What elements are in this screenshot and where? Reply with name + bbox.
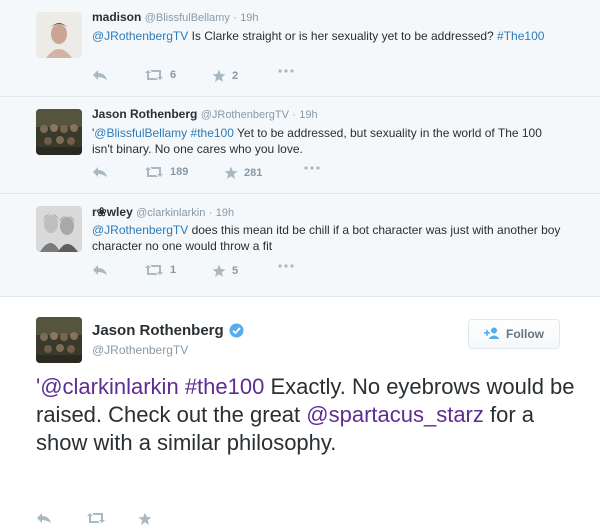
reply-icon [36, 512, 52, 524]
display-name[interactable]: r❀wley [92, 205, 133, 219]
timestamp[interactable]: 19h [216, 207, 234, 219]
hashtag-link[interactable]: #the100 [185, 374, 265, 399]
user-handle[interactable]: @JRothenbergTV [201, 109, 289, 121]
reply-button[interactable] [92, 166, 108, 178]
timestamp[interactable]: 19h [299, 109, 317, 121]
star-icon [212, 69, 226, 83]
retweet-count: 6 [170, 69, 177, 81]
favorite-count: 5 [232, 265, 239, 277]
avatar[interactable] [36, 317, 82, 363]
tweet-header: r❀wley @clarkinlarkin · 19h [92, 205, 234, 219]
retweet-button[interactable]: 1 [144, 264, 176, 276]
tweet-text: '@BlissfulBellamy #the100 Yet to be addr… [92, 125, 562, 157]
retweet-icon [144, 166, 164, 178]
avatar[interactable] [36, 206, 82, 252]
text-segment: Is Clarke straight or is her sexuality y… [188, 29, 498, 43]
display-name-text: Jason Rothenberg [92, 322, 224, 339]
tweet-madison[interactable]: madison @BlissfulBellamy · 19h @JRothenb… [0, 0, 600, 96]
user-handle[interactable]: @clarkinlarkin [136, 207, 205, 219]
more-button[interactable] [304, 166, 320, 170]
more-icon [278, 69, 294, 73]
tweet-text: @JRothenbergTV does this mean itd be chi… [92, 222, 562, 254]
retweet-button[interactable]: 189 [144, 166, 188, 178]
favorite-button[interactable]: 281 [224, 166, 262, 180]
tweet-actions [36, 512, 236, 530]
reply-button[interactable] [92, 69, 108, 81]
tweet-header: madison @BlissfulBellamy · 19h [92, 10, 259, 24]
main-tweet[interactable]: Jason Rothenberg @JRothenbergTV Follow '… [0, 296, 600, 532]
retweet-button[interactable] [86, 512, 106, 524]
retweet-icon [144, 264, 164, 276]
mention-link[interactable]: @BlissfulBellamy [94, 126, 187, 140]
tweet-rowley[interactable]: r❀wley @clarkinlarkin · 19h @JRothenberg… [0, 193, 600, 296]
favorite-button[interactable]: 5 [212, 264, 238, 278]
separator: · [233, 12, 237, 24]
favorite-button[interactable]: 2 [212, 69, 238, 83]
reply-icon [92, 264, 108, 276]
follow-label: Follow [506, 327, 544, 341]
user-handle[interactable]: @JRothenbergTV [92, 343, 188, 357]
verified-badge-icon [229, 323, 244, 338]
separator: · [292, 109, 296, 121]
avatar[interactable] [36, 12, 82, 58]
more-icon [278, 264, 294, 268]
retweet-icon [144, 69, 164, 81]
mention-link[interactable]: @spartacus_starz [306, 402, 484, 427]
user-handle[interactable]: @BlissfulBellamy [145, 12, 230, 24]
mention-link[interactable]: @JRothenbergTV [92, 223, 188, 237]
retweet-count: 189 [170, 166, 189, 178]
star-icon [212, 264, 226, 278]
tweet-actions: 1 5 [92, 264, 352, 282]
follow-button[interactable]: Follow [468, 319, 560, 349]
more-icon [304, 166, 320, 170]
separator: · [208, 207, 213, 219]
tweet-text: '@clarkinlarkin #the100 Exactly. No eyeb… [36, 373, 576, 457]
reply-icon [92, 69, 108, 81]
hashtag-link[interactable]: #the100 [191, 126, 234, 140]
star-icon [224, 166, 238, 180]
reply-button[interactable] [92, 264, 108, 276]
favorite-count: 281 [244, 167, 263, 179]
favorite-count: 2 [232, 70, 239, 82]
mention-link[interactable]: @clarkinlarkin [40, 374, 178, 399]
tweet-header: Jason Rothenberg @JRothenbergTV · 19h [92, 107, 318, 121]
add-user-icon [484, 327, 506, 342]
reply-button[interactable] [36, 512, 52, 524]
avatar[interactable] [36, 109, 82, 155]
retweet-button[interactable]: 6 [144, 69, 176, 81]
more-button[interactable] [278, 264, 294, 268]
hashtag-link[interactable]: #The100 [497, 29, 544, 43]
favorite-button[interactable] [138, 512, 152, 526]
retweet-icon [86, 512, 106, 524]
display-name[interactable]: Jason Rothenberg [92, 322, 244, 339]
star-icon [138, 512, 152, 526]
conversation-thread: madison @BlissfulBellamy · 19h @JRothenb… [0, 0, 600, 296]
reply-icon [92, 166, 108, 178]
mention-link[interactable]: @JRothenbergTV [92, 29, 188, 43]
more-button[interactable] [278, 69, 294, 73]
display-name[interactable]: Jason Rothenberg [92, 107, 197, 121]
display-name[interactable]: madison [92, 10, 141, 24]
timestamp[interactable]: 19h [240, 12, 258, 24]
retweet-count: 1 [170, 264, 177, 276]
tweet-actions: 189 281 [92, 166, 352, 184]
tweet-actions: 6 2 [92, 69, 352, 87]
tweet-jason-rothenberg[interactable]: Jason Rothenberg @JRothenbergTV · 19h '@… [0, 96, 600, 193]
tweet-text: @JRothenbergTV Is Clarke straight or is … [92, 28, 562, 44]
